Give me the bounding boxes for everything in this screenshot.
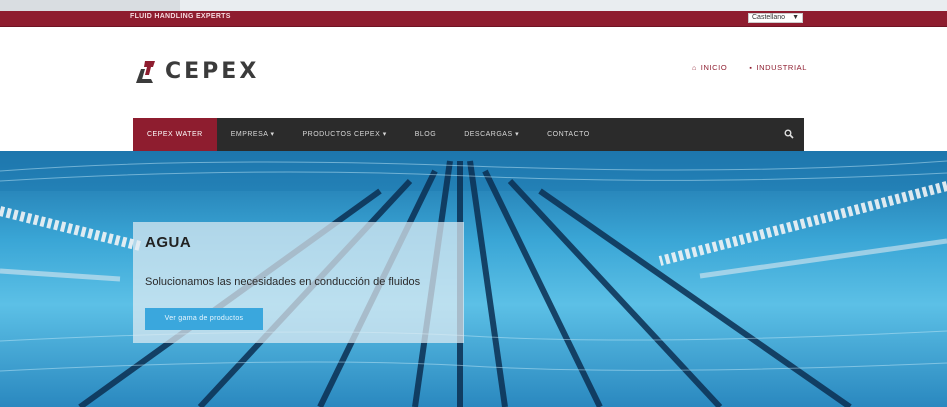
- site-logo[interactable]: CEPEX: [136, 58, 260, 84]
- browser-top-strip: [0, 0, 947, 11]
- hero-banner: AGUA Solucionamos las necesidades en con…: [0, 151, 947, 407]
- header-link-label: INICIO: [700, 63, 728, 72]
- site-header: CEPEX ⌂ INICIO ▪ INDUSTRIAL: [0, 27, 947, 117]
- search-icon[interactable]: [784, 129, 794, 139]
- browser-top-strip-shade: [0, 0, 180, 11]
- hero-card: AGUA Solucionamos las necesidades en con…: [133, 222, 464, 343]
- nav-item-cepex-water[interactable]: CEPEX WATER: [133, 118, 217, 151]
- home-icon: ⌂: [691, 65, 697, 72]
- hero-subtitle: Solucionamos las necesidades en conducci…: [145, 276, 421, 288]
- nav-item-contacto[interactable]: CONTACTO: [533, 118, 604, 151]
- announcement-text: FLUID HANDLING EXPERTS: [130, 13, 231, 20]
- nav-item-productos[interactable]: PRODUCTOS CEPEX ▾: [289, 118, 401, 151]
- nav-item-descargas[interactable]: DESCARGAS ▾: [450, 118, 533, 151]
- language-select-value: Castellano: [752, 14, 786, 21]
- factory-icon: ▪: [749, 65, 753, 72]
- hero-title: AGUA: [145, 234, 192, 251]
- chevron-down-icon: ▼: [792, 14, 799, 21]
- main-nav: CEPEX WATER EMPRESA ▾ PRODUCTOS CEPEX ▾ …: [133, 118, 804, 151]
- header-link-label: INDUSTRIAL: [756, 63, 807, 72]
- header-link-industrial[interactable]: ▪ INDUSTRIAL: [749, 63, 807, 72]
- nav-item-blog[interactable]: BLOG: [401, 118, 450, 151]
- language-select[interactable]: Castellano ▼: [748, 13, 803, 23]
- header-links: ⌂ INICIO ▪ INDUSTRIAL: [692, 63, 807, 72]
- header-link-inicio[interactable]: ⌂ INICIO: [692, 63, 727, 72]
- logo-text: CEPEX: [165, 58, 260, 84]
- view-products-button[interactable]: Ver gama de productos: [145, 308, 263, 330]
- nav-item-empresa[interactable]: EMPRESA ▾: [217, 118, 289, 151]
- announcement-bar: FLUID HANDLING EXPERTS Castellano ▼: [0, 11, 947, 27]
- cepex-logo-icon: [136, 61, 155, 83]
